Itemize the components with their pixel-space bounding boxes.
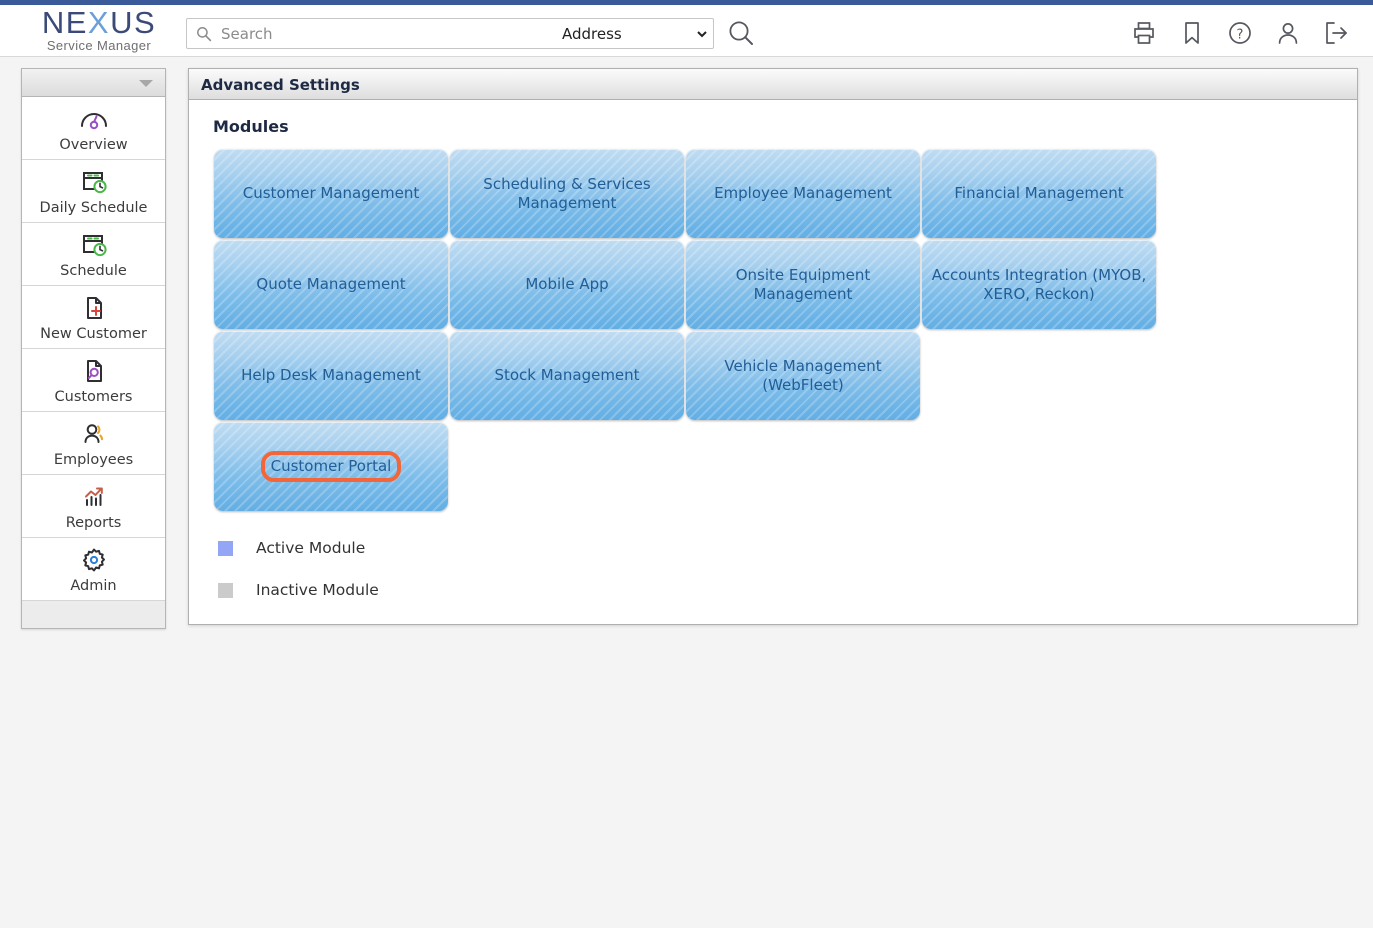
module-tile-label: Financial Management [954, 184, 1124, 202]
module-tile-quote-management[interactable]: Quote Management [214, 240, 448, 329]
module-tile-label: Help Desk Management [241, 366, 421, 384]
help-icon[interactable]: ? [1227, 20, 1253, 46]
legend-label: Inactive Module [256, 581, 379, 599]
logo-ne: NE [41, 5, 88, 40]
sidebar-item-admin[interactable]: Admin [22, 538, 165, 601]
modules-section-heading: Modules [213, 117, 289, 136]
sidebar-item-employees[interactable]: Employees [22, 412, 165, 475]
people-icon [78, 419, 110, 449]
active-module-swatch [218, 540, 233, 556]
bar-chart-arrow-icon [78, 482, 110, 512]
module-tile-label: Customer Portal [260, 451, 402, 482]
sidebar-item-label: Employees [53, 451, 134, 468]
modules-tile-grid: Customer Management Scheduling & Service… [214, 149, 1214, 511]
document-plus-icon [78, 293, 110, 323]
sidebar-item-reports[interactable]: Reports [22, 475, 165, 538]
sidebar-item-label: Schedule [60, 262, 127, 279]
user-account-icon[interactable] [1275, 20, 1301, 46]
gauge-icon [78, 104, 110, 134]
module-tile-onsite-equipment-management[interactable]: Onsite Equipment Management [686, 240, 920, 329]
search-box: Address [186, 18, 714, 49]
module-tile-stock-management[interactable]: Stock Management [450, 331, 684, 420]
sidebar-item-daily-schedule[interactable]: Daily Schedule [22, 160, 165, 223]
search-input[interactable] [219, 19, 559, 48]
sidebar-item-label: Overview [59, 136, 128, 153]
module-tile-employee-management[interactable]: Employee Management [686, 149, 920, 238]
panel-title-bar: Advanced Settings [189, 69, 1357, 100]
module-tile-label: Accounts Integration (MYOB, XERO, Reckon… [931, 265, 1147, 303]
search-submit-icon[interactable] [726, 18, 756, 48]
header-icon-group: ? [1131, 17, 1349, 49]
logo-tagline: Service Manager [46, 38, 152, 53]
sidebar-item-label: Admin [70, 577, 117, 594]
sidebar-item-label: Daily Schedule [39, 199, 148, 216]
module-tile-label: Vehicle Management (WebFleet) [724, 356, 882, 394]
legend-row-active: Active Module [214, 527, 379, 569]
module-tile-label: Quote Management [256, 275, 406, 293]
logout-icon[interactable] [1323, 20, 1349, 46]
module-tile-mobile-app[interactable]: Mobile App [450, 240, 684, 329]
module-tile-accounts-integration[interactable]: Accounts Integration (MYOB, XERO, Reckon… [922, 240, 1156, 329]
module-tile-label: Employee Management [714, 184, 892, 202]
module-status-legend: Active Module Inactive Module [214, 527, 379, 611]
module-tile-customer-portal[interactable]: Customer Portal [214, 422, 448, 511]
module-tile-help-desk-management[interactable]: Help Desk Management [214, 331, 448, 420]
sidebar-nav: Overview Daily Schedule Schedule New Cus… [21, 68, 166, 629]
legend-row-inactive: Inactive Module [214, 569, 379, 611]
search-icon [196, 26, 212, 42]
module-tile-financial-management[interactable]: Financial Management [922, 149, 1156, 238]
sidebar-item-overview[interactable]: Overview [22, 97, 165, 160]
logo-wordmark: NEXUS [24, 5, 174, 40]
sidebar-footer [22, 601, 165, 628]
sidebar-collapse-button[interactable] [22, 69, 165, 97]
app-header: NEXUS Service Manager Address [0, 5, 1373, 57]
sidebar-item-customers[interactable]: Customers [22, 349, 165, 412]
document-search-icon [78, 356, 110, 386]
sidebar-item-label: Customers [54, 388, 133, 405]
bookmark-icon[interactable] [1179, 20, 1205, 46]
module-tile-vehicle-management[interactable]: Vehicle Management (WebFleet) [686, 331, 920, 420]
chevron-down-icon [139, 80, 153, 87]
calendar-clock-icon [78, 230, 110, 260]
legend-label: Active Module [256, 539, 366, 557]
print-icon[interactable] [1131, 20, 1157, 46]
search-scope-select[interactable]: Address [558, 22, 710, 46]
sidebar-item-label: Reports [65, 514, 122, 531]
module-tile-label: Onsite Equipment Management [735, 265, 871, 303]
svg-text:?: ? [1237, 27, 1244, 42]
module-tile-label: Scheduling & Services Management [483, 174, 651, 212]
app-logo[interactable]: NEXUS Service Manager [24, 5, 174, 54]
sidebar-item-label: New Customer [40, 325, 147, 342]
gear-icon [78, 545, 110, 575]
calendar-clock-icon [78, 167, 110, 197]
logo-x: X [87, 5, 111, 40]
inactive-module-swatch [218, 582, 233, 598]
module-tile-scheduling-services-management[interactable]: Scheduling & Services Management [450, 149, 684, 238]
advanced-settings-panel: Advanced Settings Modules Customer Manag… [188, 68, 1358, 625]
logo-us: US [110, 5, 157, 40]
page-title: Advanced Settings [201, 76, 360, 94]
module-tile-label: Customer Management [242, 184, 420, 202]
module-tile-label: Mobile App [525, 275, 609, 293]
module-tile-customer-management[interactable]: Customer Management [214, 149, 448, 238]
sidebar-item-schedule[interactable]: Schedule [22, 223, 165, 286]
sidebar-item-new-customer[interactable]: New Customer [22, 286, 165, 349]
module-tile-label: Stock Management [494, 366, 640, 384]
